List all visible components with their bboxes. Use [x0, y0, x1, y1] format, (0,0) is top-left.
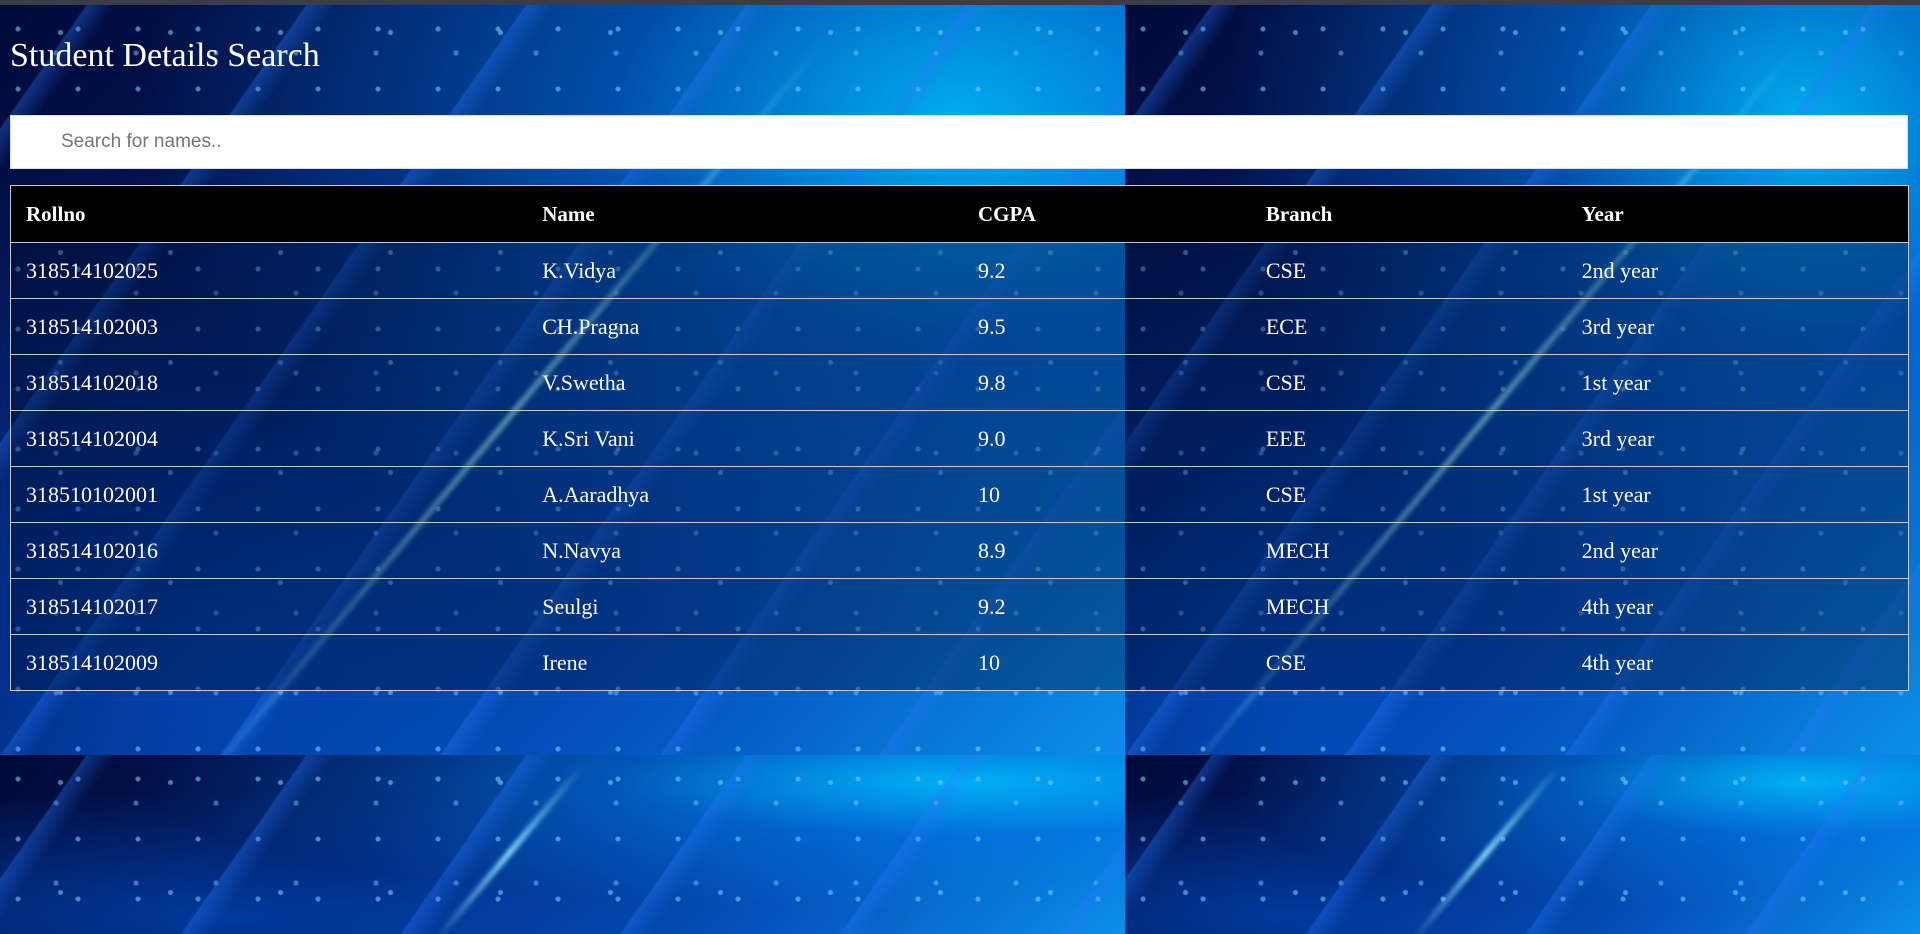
cell-rollno: 318514102003 — [10, 298, 528, 355]
cell-rollno: 318514102025 — [10, 242, 528, 299]
table-row: 318514102003 CH.Pragna 9.5 ECE 3rd year — [10, 298, 1909, 355]
main-content: Student Details Search Rollno Name CGPA … — [0, 5, 1920, 934]
cell-name: Irene — [527, 634, 963, 691]
cell-cgpa: 9.2 — [963, 242, 1251, 299]
page-title: Student Details Search — [10, 37, 320, 74]
cell-branch: CSE — [1250, 242, 1567, 299]
cell-rollno: 318514102004 — [10, 410, 528, 467]
cell-year: 4th year — [1566, 634, 1909, 691]
column-header-branch: Branch — [1250, 185, 1567, 243]
column-header-rollno: Rollno — [10, 185, 528, 243]
cell-year: 4th year — [1566, 578, 1909, 635]
cell-cgpa: 9.8 — [963, 354, 1251, 411]
column-header-name: Name — [527, 185, 963, 243]
cell-branch: CSE — [1250, 354, 1567, 411]
cell-name: N.Navya — [527, 522, 963, 579]
cell-year: 1st year — [1566, 354, 1909, 411]
cell-branch: ECE — [1250, 298, 1567, 355]
column-header-cgpa: CGPA — [963, 185, 1251, 243]
table-row: 318514102016 N.Navya 8.9 MECH 2nd year — [10, 522, 1909, 579]
cell-name: K.Vidya — [527, 242, 963, 299]
cell-year: 1st year — [1566, 466, 1909, 523]
table-row: 318514102009 Irene 10 CSE 4th year — [10, 634, 1909, 691]
cell-cgpa: 10 — [963, 634, 1251, 691]
cell-rollno: 318514102009 — [10, 634, 528, 691]
cell-rollno: 318514102017 — [10, 578, 528, 635]
search-input[interactable] — [10, 115, 1908, 169]
cell-cgpa: 10 — [963, 466, 1251, 523]
cell-cgpa: 9.2 — [963, 578, 1251, 635]
table-header-row: Rollno Name CGPA Branch Year — [10, 185, 1909, 243]
cell-branch: EEE — [1250, 410, 1567, 467]
cell-branch: MECH — [1250, 578, 1567, 635]
table-row: 318514102025 K.Vidya 9.2 CSE 2nd year — [10, 242, 1909, 299]
cell-name: K.Sri Vani — [527, 410, 963, 467]
cell-rollno: 318514102016 — [10, 522, 528, 579]
cell-year: 3rd year — [1566, 410, 1909, 467]
cell-name: CH.Pragna — [527, 298, 963, 355]
cell-cgpa: 8.9 — [963, 522, 1251, 579]
table-row: 318510102001 A.Aaradhya 10 CSE 1st year — [10, 466, 1909, 523]
cell-branch: CSE — [1250, 634, 1567, 691]
students-table: Rollno Name CGPA Branch Year 31851410202… — [10, 185, 1909, 691]
cell-rollno: 318510102001 — [10, 466, 528, 523]
cell-branch: MECH — [1250, 522, 1567, 579]
cell-rollno: 318514102018 — [10, 354, 528, 411]
cell-name: Seulgi — [527, 578, 963, 635]
cell-name: V.Swetha — [527, 354, 963, 411]
column-header-year: Year — [1566, 185, 1909, 243]
cell-cgpa: 9.5 — [963, 298, 1251, 355]
cell-year: 3rd year — [1566, 298, 1909, 355]
cell-branch: CSE — [1250, 466, 1567, 523]
cell-cgpa: 9.0 — [963, 410, 1251, 467]
cell-year: 2nd year — [1566, 522, 1909, 579]
table-row: 318514102004 K.Sri Vani 9.0 EEE 3rd year — [10, 410, 1909, 467]
table-row: 318514102017 Seulgi 9.2 MECH 4th year — [10, 578, 1909, 635]
cell-year: 2nd year — [1566, 242, 1909, 299]
table-row: 318514102018 V.Swetha 9.8 CSE 1st year — [10, 354, 1909, 411]
cell-name: A.Aaradhya — [527, 466, 963, 523]
